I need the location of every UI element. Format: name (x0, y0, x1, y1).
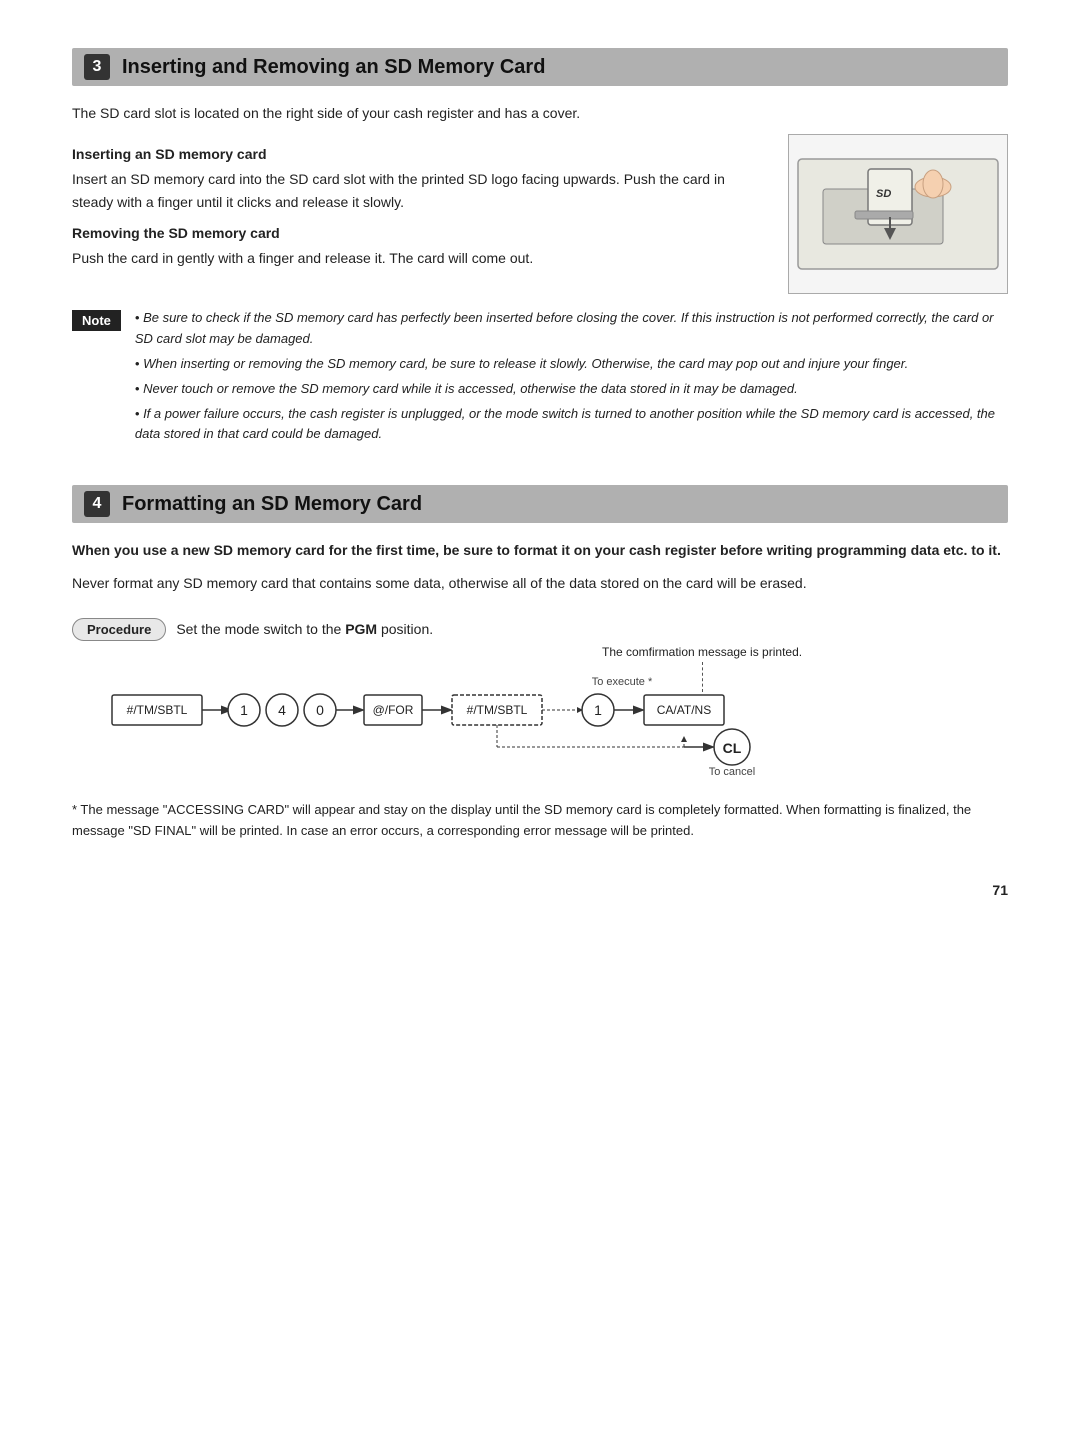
procedure-label: Procedure (72, 618, 166, 641)
section4-title: Formatting an SD Memory Card (122, 493, 422, 516)
footer-note: * The message "ACCESSING CARD" will appe… (72, 800, 1008, 842)
sd-card-illustration: SD (793, 139, 1003, 289)
svg-text:#/TM/SBTL: #/TM/SBTL (467, 703, 528, 717)
flow-diagram-area: The comfirmation message is printed. #/T… (112, 651, 1008, 780)
note-label: Note (72, 310, 121, 331)
svg-text:CA/AT/NS: CA/AT/NS (657, 703, 711, 717)
svg-text:4: 4 (278, 702, 286, 718)
inserting-text: Insert an SD memory card into the SD car… (72, 168, 768, 213)
note-item-3: Never touch or remove the SD memory card… (135, 379, 1008, 400)
section4-body: When you use a new SD memory card for th… (72, 539, 1008, 841)
removing-title: Removing the SD memory card (72, 225, 768, 241)
section3-body: The SD card slot is located on the right… (72, 102, 1008, 449)
svg-text:CL: CL (723, 740, 742, 756)
flow-svg: #/TM/SBTL 1 4 0 @/FOR (112, 667, 992, 777)
svg-text:0: 0 (316, 702, 324, 718)
removing-text: Push the card in gently with a finger an… (72, 247, 768, 269)
dashed-line (702, 662, 703, 692)
confirmation-note: The comfirmation message is printed. (602, 645, 802, 659)
section3-number: 3 (84, 54, 110, 80)
section3-title: Inserting and Removing an SD Memory Card (122, 56, 545, 79)
procedure-text-before: Set the mode switch to the (176, 621, 341, 637)
svg-text:SD: SD (876, 188, 891, 200)
note-content: Be sure to check if the SD memory card h… (135, 308, 1008, 449)
section3-header: 3 Inserting and Removing an SD Memory Ca… (72, 48, 1008, 86)
section3-intro: The SD card slot is located on the right… (72, 102, 1008, 124)
procedure-text-after: position. (381, 621, 433, 637)
svg-text:@/FOR: @/FOR (373, 703, 414, 717)
section4-body-text: Never format any SD memory card that con… (72, 572, 1008, 594)
procedure-instruction: Set the mode switch to the PGM position. (176, 621, 433, 637)
svg-text:#/TM/SBTL: #/TM/SBTL (127, 703, 188, 717)
note-item-1: Be sure to check if the SD memory card h… (135, 308, 1008, 350)
svg-text:1: 1 (240, 702, 248, 718)
section4-number: 4 (84, 491, 110, 517)
procedure-pgm-text: PGM (345, 621, 377, 637)
section4: 4 Formatting an SD Memory Card When you … (72, 485, 1008, 841)
note-item-2: When inserting or removing the SD memory… (135, 354, 1008, 375)
section3-text-block: Inserting an SD memory card Insert an SD… (72, 134, 768, 294)
section4-bold-intro: When you use a new SD memory card for th… (72, 539, 1008, 561)
section4-header: 4 Formatting an SD Memory Card (72, 485, 1008, 523)
procedure-row: Procedure Set the mode switch to the PGM… (72, 618, 1008, 641)
note-box: Note Be sure to check if the SD memory c… (72, 308, 1008, 449)
inserting-title: Inserting an SD memory card (72, 146, 768, 162)
confirmation-area: The comfirmation message is printed. (602, 643, 802, 695)
note-item-4: If a power failure occurs, the cash regi… (135, 404, 1008, 446)
page-number: 71 (72, 882, 1008, 898)
sd-card-image: SD (788, 134, 1008, 294)
section3: 3 Inserting and Removing an SD Memory Ca… (72, 48, 1008, 449)
svg-text:1: 1 (594, 702, 602, 718)
section3-top-content: Inserting an SD memory card Insert an SD… (72, 134, 1008, 294)
svg-text:To cancel: To cancel (709, 766, 755, 778)
